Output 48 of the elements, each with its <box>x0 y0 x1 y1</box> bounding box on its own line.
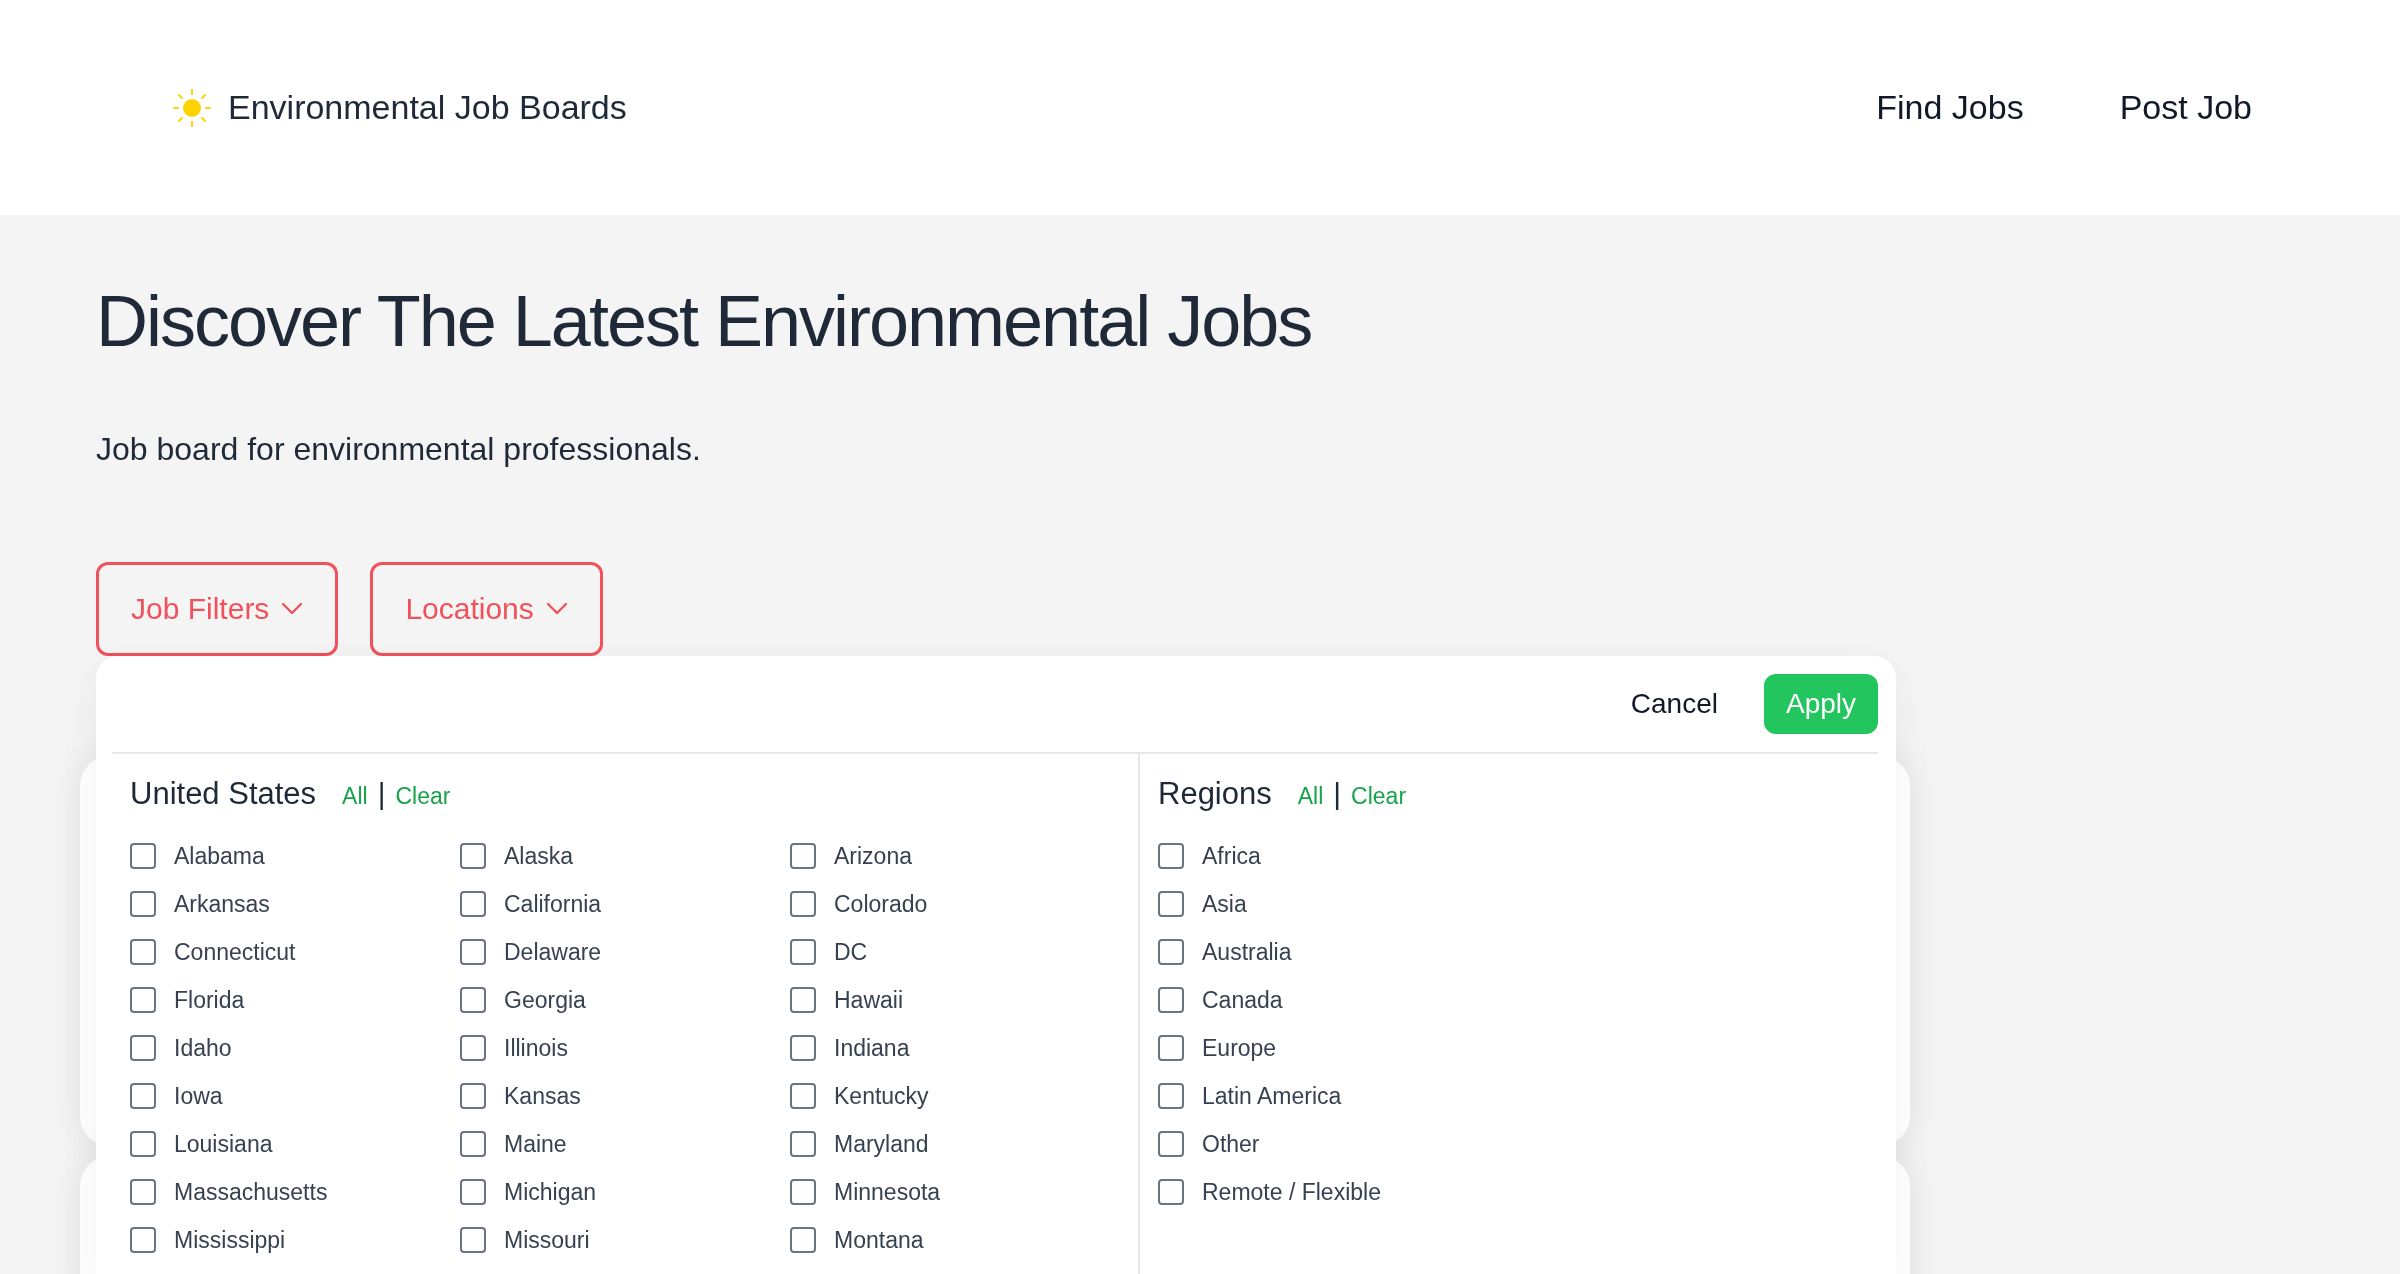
page-heading: Discover The Latest Environmental Jobs <box>96 280 1313 363</box>
location-checkbox[interactable]: Alabama <box>130 839 460 873</box>
location-checkbox[interactable]: Michigan <box>460 1175 790 1209</box>
location-checkbox[interactable]: Remote / Flexible <box>1158 1175 1488 1209</box>
cancel-button[interactable]: Cancel <box>1614 679 1734 728</box>
location-checkbox[interactable]: Africa <box>1158 839 1488 873</box>
location-checkbox[interactable]: Massachusetts <box>130 1175 460 1209</box>
nav-link[interactable]: Find Jobs <box>1876 88 2024 127</box>
location-checkbox[interactable]: Illinois <box>460 1031 790 1065</box>
location-checkbox[interactable]: Colorado <box>790 887 1120 921</box>
location-checkbox[interactable]: Florida <box>130 983 460 1017</box>
location-checkbox[interactable]: Maryland <box>790 1127 1120 1161</box>
location-checkbox[interactable]: Delaware <box>460 935 790 969</box>
location-checkbox[interactable]: Iowa <box>130 1079 460 1113</box>
location-checkbox[interactable]: Kentucky <box>790 1079 1120 1113</box>
location-checkbox[interactable]: Arizona <box>790 839 1120 873</box>
section-title: Regions <box>1158 775 1272 812</box>
location-checkbox[interactable]: Connecticut <box>130 935 460 969</box>
location-checkbox[interactable]: Europe <box>1158 1031 1488 1065</box>
nav-link[interactable]: Post Job <box>2119 88 2252 127</box>
separator-text: | <box>377 776 386 811</box>
location-checkbox[interactable]: Missouri <box>460 1223 790 1257</box>
location-checkbox[interactable]: Alaska <box>460 839 790 873</box>
location-checkbox[interactable]: Asia <box>1158 887 1488 921</box>
location-checkbox[interactable]: Minnesota <box>790 1175 1120 1209</box>
location-checkbox[interactable]: California <box>460 887 790 921</box>
location-checkbox[interactable]: Arkansas <box>130 887 460 921</box>
caret-icon <box>281 601 304 616</box>
location-checkbox[interactable]: Montana <box>790 1223 1120 1257</box>
location-checkbox[interactable]: Hawaii <box>790 983 1120 1017</box>
location-checkbox[interactable]: Latin America <box>1158 1079 1488 1113</box>
location-checkbox[interactable]: Australia <box>1158 935 1488 969</box>
location-checkbox[interactable]: Idaho <box>130 1031 460 1065</box>
location-checkbox[interactable]: Kansas <box>460 1079 790 1113</box>
section-title: United States <box>130 775 317 812</box>
location-checkbox[interactable]: DC <box>790 935 1120 969</box>
location-checkbox[interactable]: Canada <box>1158 983 1488 1017</box>
page-subtitle: Job board for environmental professionals. <box>96 430 702 468</box>
location-checkbox[interactable]: Maine <box>460 1127 790 1161</box>
location-checkbox[interactable]: Louisiana <box>130 1127 460 1161</box>
location-checkbox[interactable]: Other <box>1158 1127 1488 1161</box>
location-checkbox[interactable]: Georgia <box>460 983 790 1017</box>
location-checkbox[interactable]: Indiana <box>790 1031 1120 1065</box>
location-checkbox[interactable]: Mississippi <box>130 1223 460 1257</box>
site-name-link[interactable]: Environmental Job Boards <box>228 88 627 127</box>
caret-icon <box>545 601 568 616</box>
sun-icon <box>172 87 212 128</box>
separator-text: | <box>1333 776 1342 811</box>
